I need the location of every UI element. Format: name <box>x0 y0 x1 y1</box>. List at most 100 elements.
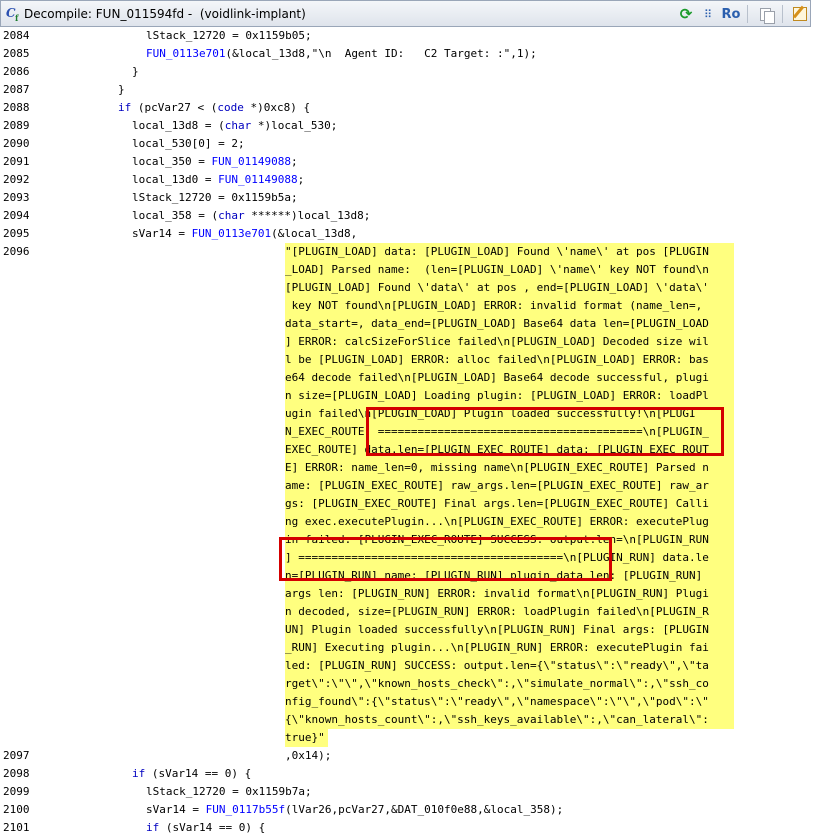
code-text: ******)local_13d8; <box>244 209 371 222</box>
function-call[interactable]: FUN_0113e701 <box>146 47 225 60</box>
line-number: 2098 <box>3 767 30 780</box>
code-line[interactable]: local_350 = FUN_01149088; <box>132 153 298 171</box>
string-literal-line: e64 decode failed\n[PLUGIN_LOAD] Base64 … <box>285 369 734 387</box>
code-line[interactable]: FUN_0113e701(&local_13d8,"\n Agent ID: C… <box>146 45 537 63</box>
code-text: } <box>132 65 139 78</box>
code-text: (&local_13d8,"\n Agent ID: C2 Target: :"… <box>225 47 537 60</box>
function-call[interactable]: FUN_0113e701 <box>192 227 271 240</box>
toolbar-separator <box>747 5 748 23</box>
code-line[interactable]: sVar14 = FUN_0113e701(&local_13d8, <box>132 225 357 243</box>
string-literal-line: E] ERROR: name_len=0, missing name\n[PLU… <box>285 459 734 477</box>
string-literal-line: args len: [PLUGIN_RUN] ERROR: invalid fo… <box>285 585 734 603</box>
string-literal-line: n size=[PLUGIN_LOAD] Loading plugin: [PL… <box>285 387 734 405</box>
string-literal-line: ame: [PLUGIN_EXEC_ROUTE] raw_args.len=[P… <box>285 477 734 495</box>
line-number: 2086 <box>3 65 30 78</box>
type-name[interactable]: char <box>218 209 245 222</box>
code-text: *)0xc8) { <box>243 101 311 114</box>
line-number: 2101 <box>3 821 30 834</box>
line-number: 2091 <box>3 155 30 168</box>
code-line[interactable]: lStack_12720 = 0x1159b5a; <box>132 189 298 207</box>
line-number: 2094 <box>3 209 30 222</box>
string-literal-line: UN] Plugin loaded successfully\n[PLUGIN_… <box>285 621 734 639</box>
edit-icon[interactable] <box>791 6 809 22</box>
line-number: 2096 <box>3 245 30 258</box>
string-literal-line: [PLUGIN_LOAD] Found \'data\' at pos , en… <box>285 279 734 297</box>
window-title-bar: Cf Decompile: FUN_011594fd - (voidlink-i… <box>0 0 811 27</box>
code-text: (sVar14 == 0) { <box>159 821 266 834</box>
string-literal-line: true}" <box>285 729 328 747</box>
code-text: local_350 = <box>132 155 212 168</box>
string-literal-line: {\"known_hosts_count\":,\"ssh_keys_avail… <box>285 711 734 729</box>
code-text: (sVar14 == 0) { <box>145 767 252 780</box>
function-call[interactable]: FUN_01149088 <box>211 155 290 168</box>
annotation-box-plugin-run <box>279 537 612 581</box>
string-literal-line: rget\":\"\",\"known_hosts_check\":,\"sim… <box>285 675 734 693</box>
code-text: lStack_12720 = 0x1159b7a; <box>146 785 312 798</box>
line-number: 2092 <box>3 173 30 186</box>
line-number: 2093 <box>3 191 30 204</box>
read-only-toggle[interactable]: Ro <box>720 6 742 22</box>
line-number: 2088 <box>3 101 30 114</box>
type-name[interactable]: char <box>225 119 252 132</box>
line-number: 2084 <box>3 29 30 42</box>
code-line[interactable]: } <box>118 81 125 99</box>
code-line[interactable]: if (pcVar27 < (code *)0xc8) { <box>118 99 310 117</box>
copy-snapshot-icon[interactable] <box>756 6 775 24</box>
string-literal-line: ng exec.executePlugin...\n[PLUGIN_EXEC_R… <box>285 513 734 531</box>
annotation-box-exec-route <box>366 407 724 456</box>
code-line[interactable]: if (sVar14 == 0) { <box>132 765 251 783</box>
string-literal-line: led: [PLUGIN_RUN] SUCCESS: output.len={\… <box>285 657 734 675</box>
line-number: 2090 <box>3 137 30 150</box>
code-text: ; <box>290 155 298 168</box>
string-literal-line: data_start=, data_end=[PLUGIN_LOAD] Base… <box>285 315 734 333</box>
code-line[interactable]: lStack_12720 = 0x1159b7a; <box>146 783 312 801</box>
string-literal-line: key NOT found\n[PLUGIN_LOAD] ERROR: inva… <box>285 297 734 315</box>
string-literal-line: gs: [PLUGIN_EXEC_ROUTE] Final args.len=[… <box>285 495 734 513</box>
code-line[interactable]: } <box>132 63 139 81</box>
keyword: if <box>132 767 146 780</box>
code-text: (pcVar27 < ( <box>131 101 218 114</box>
string-literal-line: _RUN] Executing plugin...\n[PLUGIN_RUN] … <box>285 639 734 657</box>
code-text: local_358 = ( <box>132 209 219 222</box>
code-text: local_13d0 = <box>132 173 219 186</box>
string-literal-line: l be [PLUGIN_LOAD] ERROR: alloc failed\n… <box>285 351 734 369</box>
string-literal-line: "[PLUGIN_LOAD] data: [PLUGIN_LOAD] Found… <box>285 243 734 261</box>
code-text: lStack_12720 = 0x1159b05; <box>146 29 312 42</box>
toolbar-separator <box>782 5 783 23</box>
code-line[interactable]: local_530[0] = 2; <box>132 135 245 153</box>
line-number: 2089 <box>3 119 30 132</box>
code-text: *)local_530; <box>251 119 338 132</box>
function-call[interactable]: FUN_0117b55f <box>206 803 285 816</box>
code-line[interactable]: local_13d8 = (char *)local_530; <box>132 117 337 135</box>
code-line[interactable]: lStack_12720 = 0x1159b05; <box>146 27 312 45</box>
refresh-icon[interactable]: ⟳ <box>677 5 695 23</box>
code-text: sVar14 = <box>132 227 192 240</box>
code-line[interactable]: if (sVar14 == 0) { <box>146 819 265 837</box>
line-number: 2100 <box>3 803 30 816</box>
function-call[interactable]: FUN_01149088 <box>218 173 297 186</box>
code-text: local_13d8 = ( <box>132 119 225 132</box>
code-text: } <box>118 83 125 96</box>
string-literal-line: ] ERROR: calcSizeForSlice failed\n[PLUGI… <box>285 333 734 351</box>
code-line[interactable]: sVar14 = FUN_0117b55f(lVar26,pcVar27,&DA… <box>146 801 563 819</box>
line-number: 2095 <box>3 227 30 240</box>
decompiler-icon: Cf <box>6 6 19 23</box>
code-text: (lVar26,pcVar27,&DAT_010f0e88,&local_358… <box>285 803 564 816</box>
code-text: ,0x14); <box>285 749 332 762</box>
code-text: lStack_12720 = 0x1159b5a; <box>132 191 298 204</box>
type-name[interactable]: code <box>217 101 244 114</box>
window-title: Decompile: FUN_011594fd - (voidlink-impl… <box>24 7 306 21</box>
line-number: 2097 <box>3 749 30 762</box>
line-number: 2085 <box>3 47 30 60</box>
line-number: 2099 <box>3 785 30 798</box>
code-line[interactable]: ,0x14); <box>285 747 331 765</box>
code-text: (&local_13d8, <box>271 227 358 240</box>
code-text: local_530[0] = 2; <box>132 137 245 150</box>
code-text: ; <box>297 173 305 186</box>
code-line[interactable]: local_358 = (char ******)local_13d8; <box>132 207 370 225</box>
code-line[interactable]: local_13d0 = FUN_01149088; <box>132 171 304 189</box>
code-text: sVar14 = <box>146 803 206 816</box>
string-literal-line: n decoded, size=[PLUGIN_RUN] ERROR: load… <box>285 603 734 621</box>
graph-icon[interactable]: ⠿ <box>699 6 717 22</box>
keyword: if <box>146 821 160 834</box>
